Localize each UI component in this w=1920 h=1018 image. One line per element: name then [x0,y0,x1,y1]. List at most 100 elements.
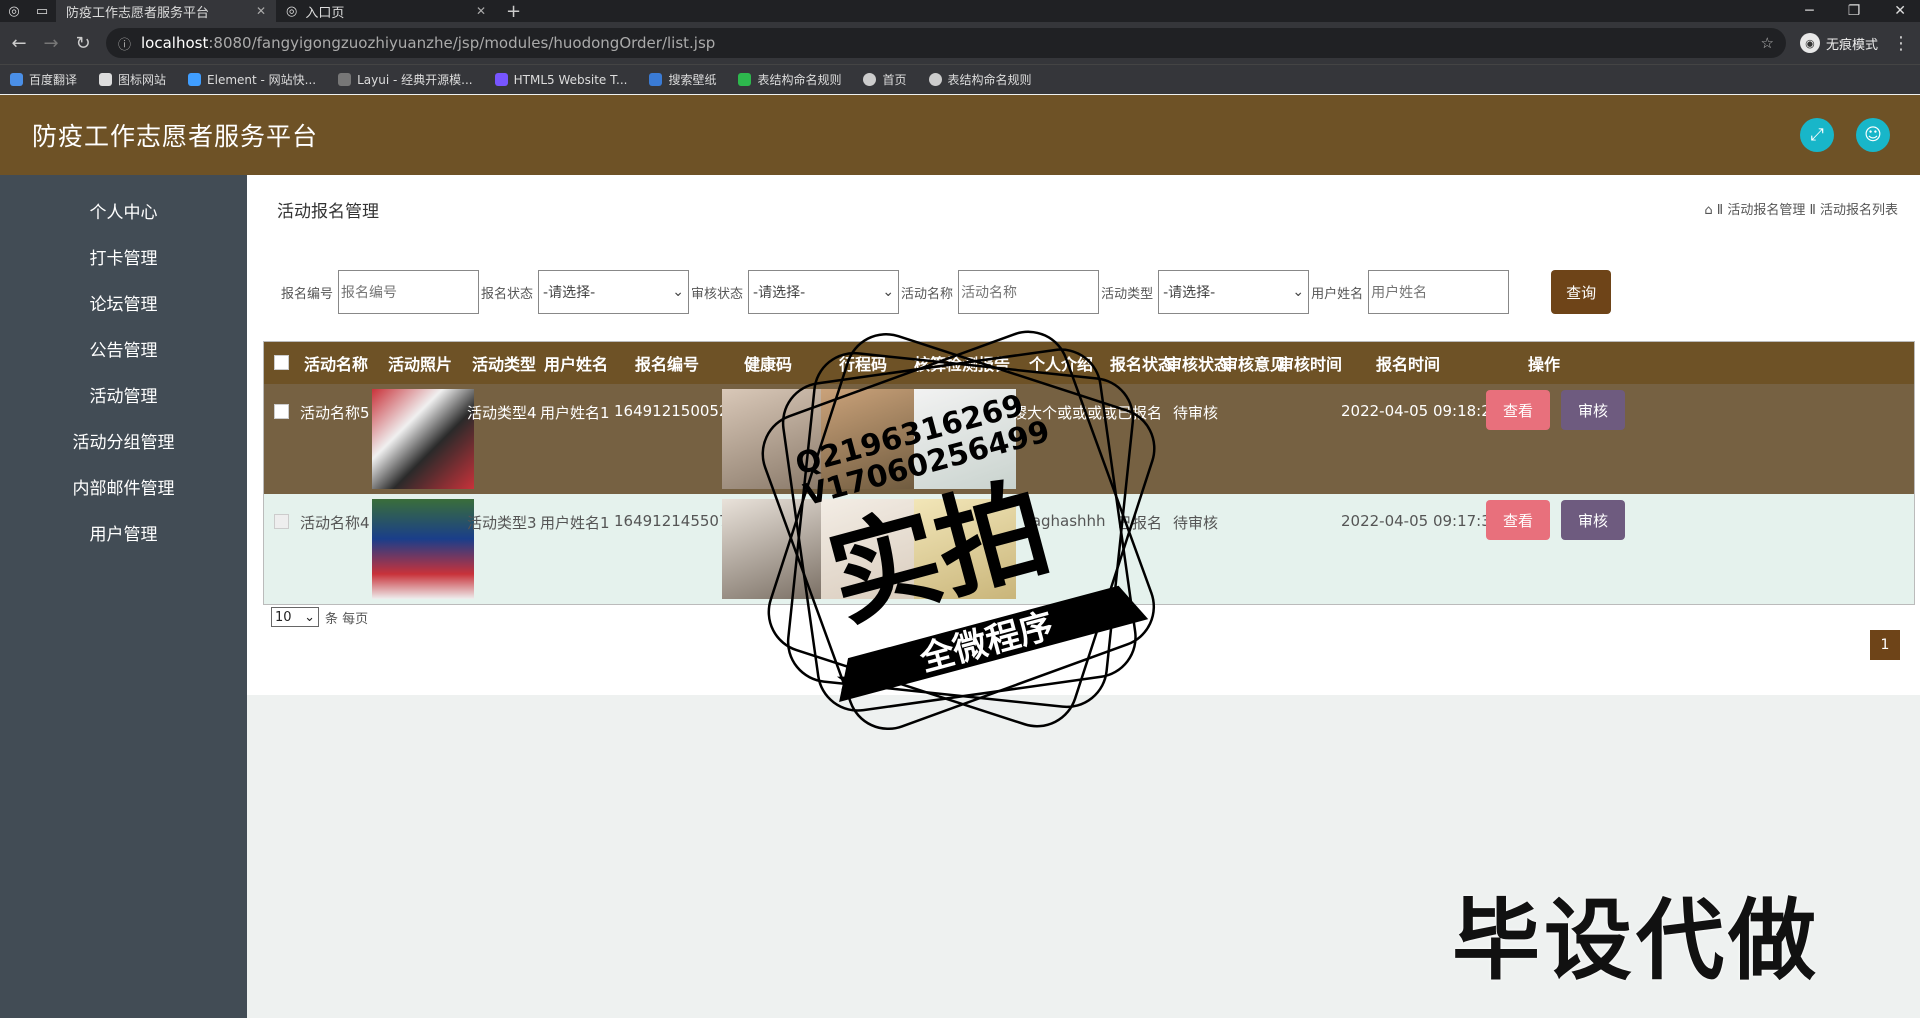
view-button[interactable]: 查看 [1486,390,1550,430]
bookmark-item[interactable]: 首页 [863,71,907,88]
sidebar-item-activity-group[interactable]: 活动分组管理 [0,417,247,463]
activity-name: 活动名称5 [300,404,370,422]
bookmark-item[interactable]: 百度翻译 [10,71,77,88]
col-header[interactable]: 活动名称 [304,351,368,375]
bookmark-star-icon[interactable]: ☆ [1761,34,1774,52]
incognito-indicator[interactable]: ◉ 无痕模式 [1799,33,1878,53]
chevron-down-icon: ⌄ [1292,284,1305,300]
minimize-icon[interactable]: ─ [1805,3,1813,19]
chevron-down-icon: ⌄ [304,609,315,625]
bookmark-item[interactable]: 表结构命名规则 [738,71,841,88]
col-header[interactable]: 报名编号 [635,351,699,375]
row-checkbox[interactable] [274,514,289,529]
col-header[interactable]: 用户姓名 [544,351,608,375]
col-header[interactable]: 操作 [1528,351,1560,375]
filter-label: 用户姓名 [1311,286,1364,302]
col-header[interactable]: 审核时间 [1278,351,1342,375]
reload-icon[interactable]: ↻ [74,33,92,54]
bookmark-icon [10,73,23,86]
url-input[interactable]: ⓘ localhost:8080/fangyigongzuozhiyuanzhe… [106,28,1786,58]
col-header[interactable]: 审核意见 [1222,351,1286,375]
row-checkbox[interactable] [274,404,289,419]
browser-tab-bar: ◎ ▭ 防疫工作志愿者服务平台 ✕ ◎ 入口页 ✕ + ─ ❐ ✕ [0,0,1920,22]
order-no-input[interactable] [338,270,480,314]
per-page-label: 条 每页 [325,611,369,627]
sidebar-item-internal-mail[interactable]: 内部邮件管理 [0,463,247,509]
site-info-icon[interactable]: ⓘ [118,34,131,53]
tab-close-icon[interactable]: ✕ [476,4,486,18]
header-actions: ⤢ ☺ [1800,118,1920,152]
url-host: localhost [141,34,209,52]
col-header[interactable]: 活动类型 [472,351,536,375]
bookmark-item[interactable]: Layui - 经典开源模... [338,71,473,88]
bookmark-item[interactable]: 搜索壁纸 [649,71,716,88]
filter-label: 报名编号 [281,286,334,302]
incognito-icon: ◉ [1799,33,1820,53]
tab-title: 防疫工作志愿者服务平台 [66,5,210,21]
sidebar-item-forum[interactable]: 论坛管理 [0,279,247,325]
home-icon[interactable]: ⌂ [1704,203,1712,218]
activity-photo[interactable] [372,499,474,599]
tab-title: 入口页 [305,5,345,21]
flag-icon [99,73,113,86]
menu-dots-icon[interactable]: ⋮ [1892,33,1910,54]
watermark-corner-text: 毕设代做 [1452,889,1821,992]
tab-list-icon[interactable]: ▭ [28,0,56,22]
user-avatar-icon[interactable]: ☺ [1856,118,1890,152]
bookmark-item[interactable]: Element - 网站快... [188,71,316,88]
filter-label: 报名状态 [481,286,534,302]
sidebar-item-checkin[interactable]: 打卡管理 [0,233,247,279]
audit-button[interactable]: 审核 [1561,500,1625,540]
breadcrumb: ⌂ Ⅱ 活动报名管理 Ⅱ 活动报名列表 [1704,199,1898,218]
restore-icon[interactable]: ❐ [1848,3,1861,19]
sidebar: 个人中心 打卡管理 论坛管理 公告管理 活动管理 活动分组管理 内部邮件管理 用… [0,175,247,1018]
globe-icon [863,73,877,86]
bookmark-item[interactable]: 表结构命名规则 [928,71,1032,88]
sidebar-item-users[interactable]: 用户管理 [0,509,247,555]
audit-button[interactable]: 审核 [1561,390,1625,430]
view-button[interactable]: 查看 [1486,500,1550,540]
fullscreen-icon[interactable]: ⤢ [1800,118,1834,152]
select-all-checkbox[interactable] [274,355,289,370]
activity-photo[interactable] [372,389,474,489]
url-path: :8080/fangyigongzuozhiyuanzhe/jsp/module… [208,34,716,52]
new-tab-button[interactable]: + [496,1,531,22]
globe-icon [928,73,942,86]
user-name: 用户姓名1 [540,514,610,532]
window-controls: ─ ❐ ✕ [1805,3,1920,19]
back-icon[interactable]: ← [10,33,28,54]
signup-time: 2022-04-05 09:18:21 [1341,402,1501,420]
browser-globe-icon[interactable]: ◎ [0,0,28,22]
element-icon [188,73,202,86]
signup-time: 2022-04-05 09:17:35 [1341,512,1501,530]
forward-icon[interactable]: → [42,33,60,54]
app-title: 防疫工作志愿者服务平台 [32,122,319,151]
wallpaper-icon [649,73,663,86]
page-size-control: 10 ⌄ 条 每页 [271,607,368,627]
page-number-button[interactable]: 1 [1870,630,1900,660]
activity-type: 活动类型4 [467,404,537,422]
sidebar-item-activity[interactable]: 活动管理 [0,371,247,417]
user-name-input[interactable] [1368,270,1510,314]
star-icon: ★ [835,663,862,698]
query-button[interactable]: 查询 [1551,270,1612,314]
layui-icon [338,73,352,86]
browser-tab[interactable]: ◎ 入口页 ✕ [276,0,496,22]
star-icon: ★ [1105,588,1132,623]
activity-name: 活动名称4 [300,514,370,532]
order-status-select[interactable]: -请选择- ⌄ [538,270,690,314]
bookmark-item[interactable]: HTML5 Website T... [494,73,627,87]
sidebar-item-notice[interactable]: 公告管理 [0,325,247,371]
col-header[interactable]: 活动照片 [388,351,452,375]
col-header[interactable]: 报名时间 [1376,351,1440,375]
page-size-select[interactable]: 10 ⌄ [271,607,319,627]
bookmark-item[interactable]: 图标网站 [99,71,166,88]
browser-tab-active[interactable]: 防疫工作志愿者服务平台 ✕ [56,0,276,22]
page-title: 活动报名管理 [277,202,379,222]
html5-icon [494,73,508,86]
close-window-icon[interactable]: ✕ [1894,3,1906,19]
app-header: 防疫工作志愿者服务平台 ⤢ ☺ [0,95,1920,175]
sidebar-item-personal-center[interactable]: 个人中心 [0,187,247,233]
tab-close-icon[interactable]: ✕ [256,4,266,18]
breadcrumb-text: Ⅱ 活动报名管理 Ⅱ 活动报名列表 [1716,203,1898,218]
